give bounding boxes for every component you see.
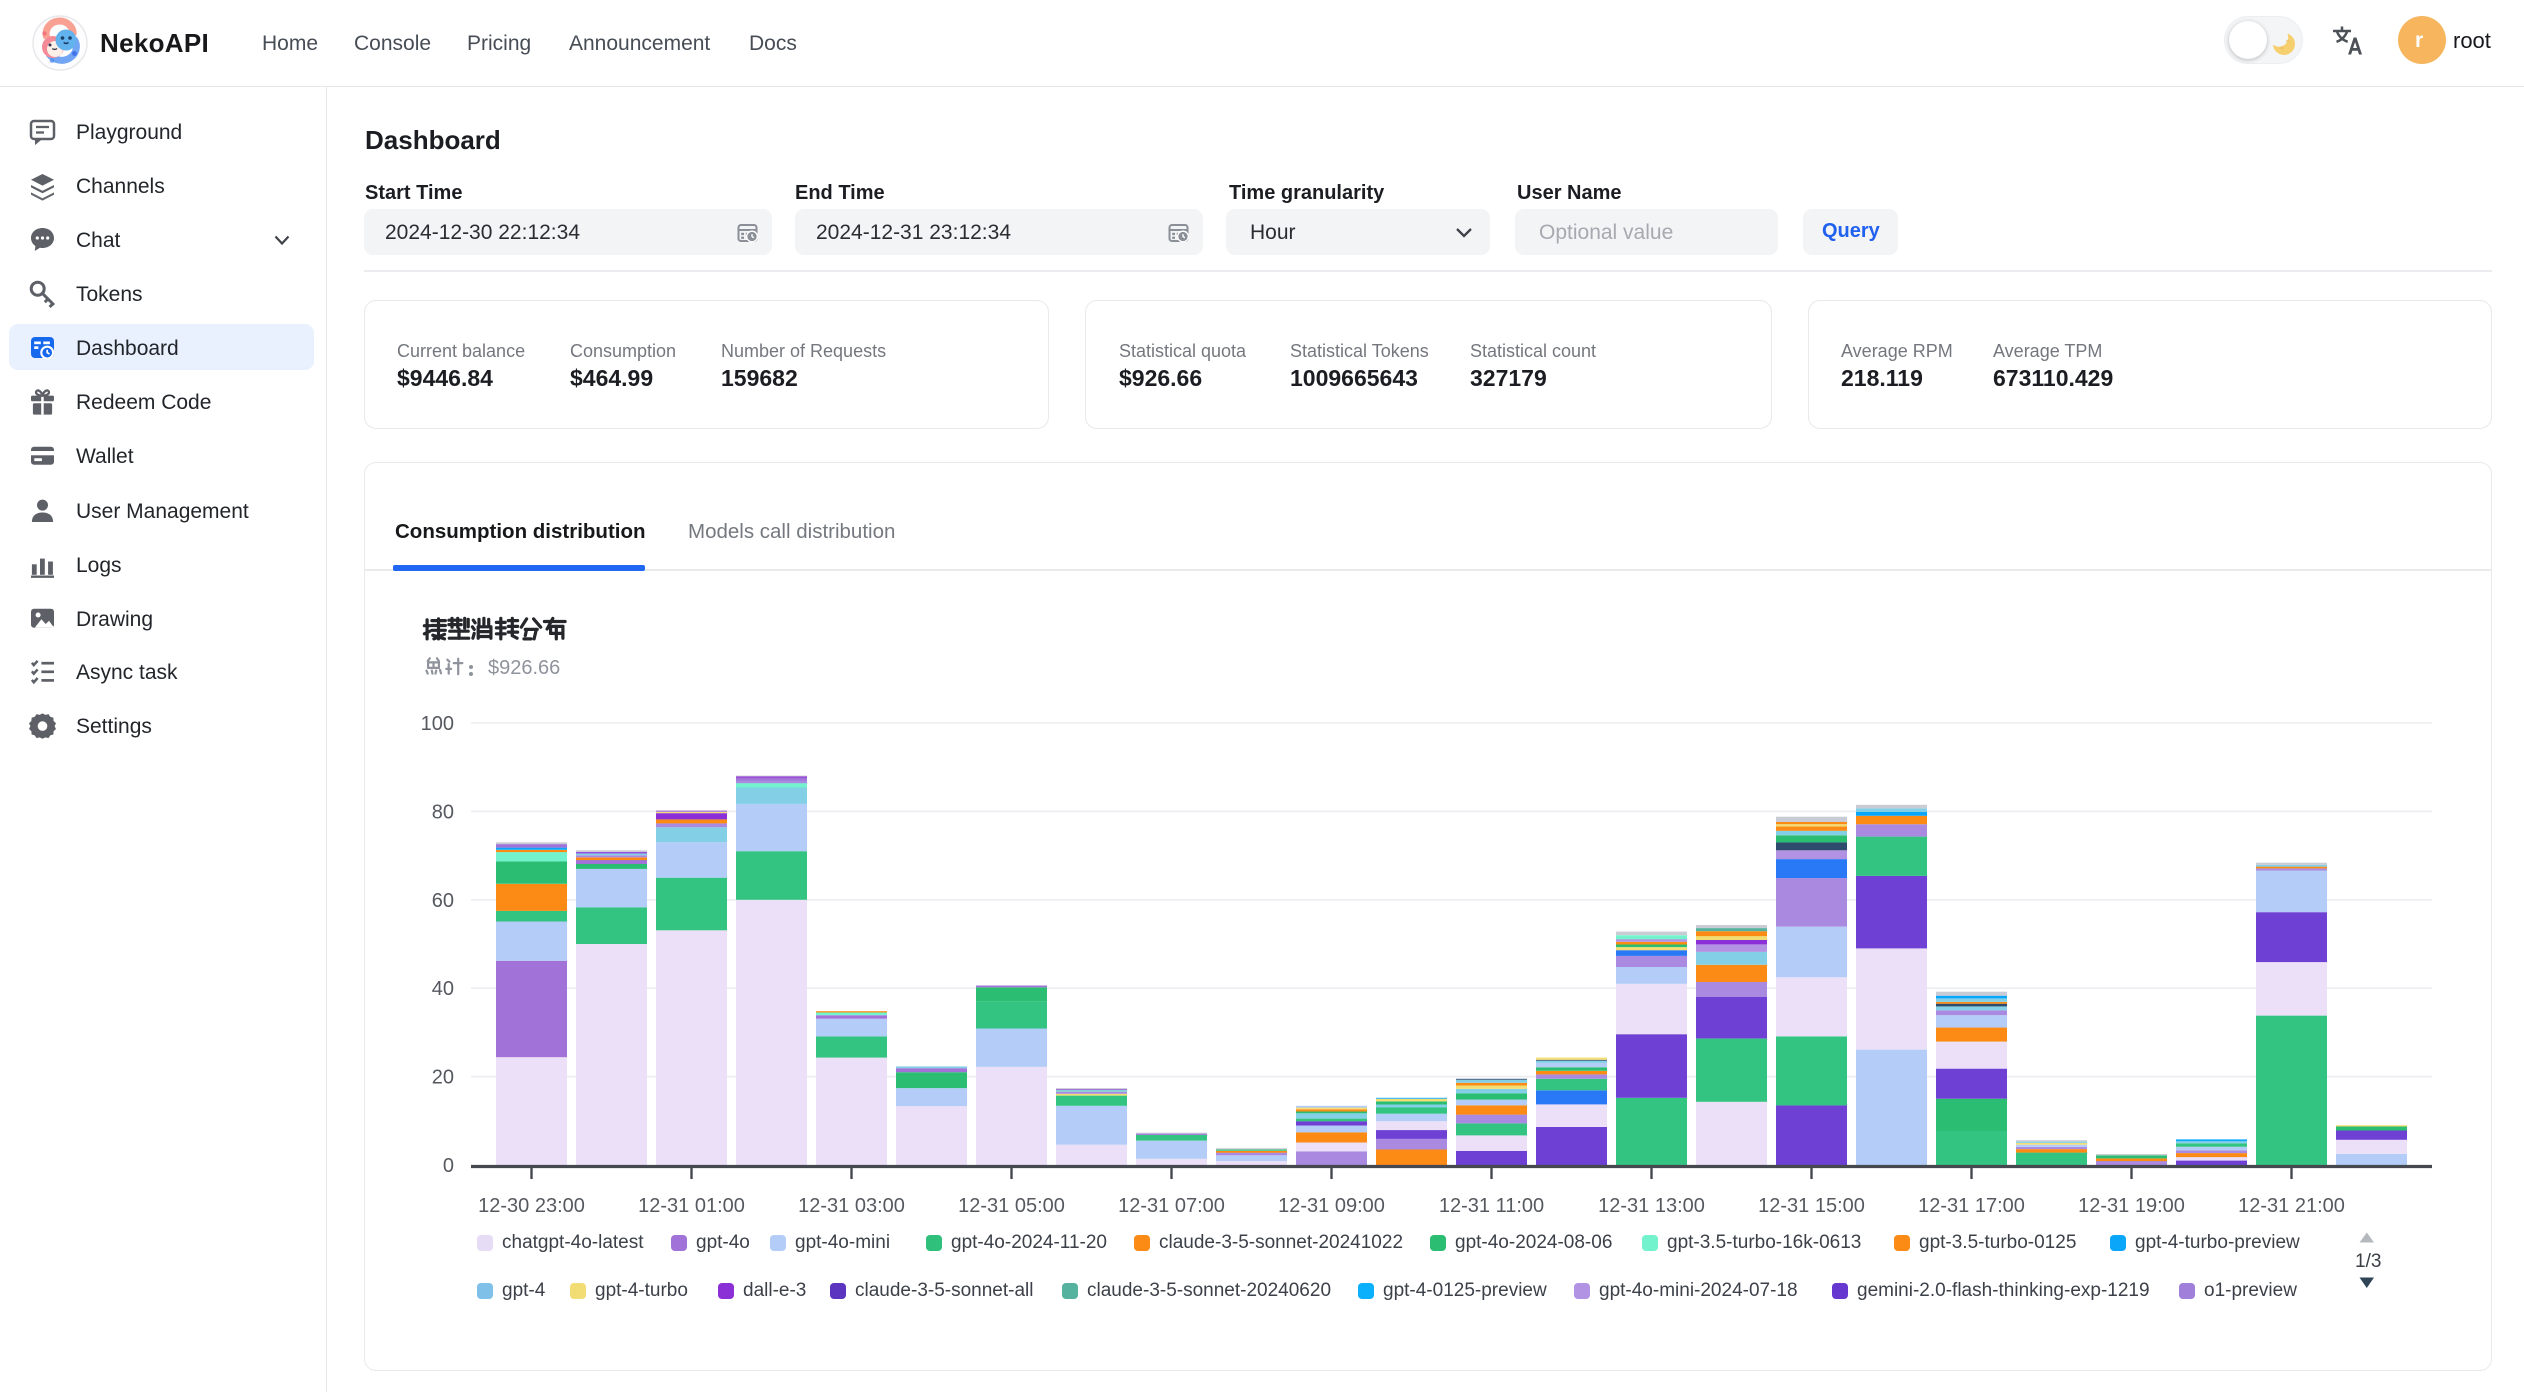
svg-text:80: 80 [432,801,454,823]
svg-text:12-31 11:00: 12-31 11:00 [1439,1195,1544,1217]
svg-text:12-31 13:00: 12-31 13:00 [1598,1195,1705,1217]
svg-text:12-31 17:00: 12-31 17:00 [1918,1195,2025,1217]
svg-text:12-31 15:00: 12-31 15:00 [1758,1195,1865,1217]
svg-text:12-30 23:00: 12-30 23:00 [478,1195,585,1217]
svg-text:0: 0 [443,1155,454,1177]
svg-text:12-31 09:00: 12-31 09:00 [1278,1195,1385,1217]
svg-text:100: 100 [421,713,454,735]
svg-text:12-31 03:00: 12-31 03:00 [798,1195,905,1217]
svg-text:12-31 21:00: 12-31 21:00 [2238,1195,2345,1217]
svg-text:12-31 19:00: 12-31 19:00 [2078,1195,2185,1217]
svg-text:12-31 01:00: 12-31 01:00 [638,1195,745,1217]
svg-text:20: 20 [432,1067,454,1089]
svg-text:60: 60 [432,890,454,912]
svg-text:12-31 07:00: 12-31 07:00 [1118,1195,1225,1217]
svg-text:40: 40 [432,978,454,1000]
svg-text:$926.66: $926.66 [488,657,560,679]
svg-text:12-31 05:00: 12-31 05:00 [958,1195,1065,1217]
